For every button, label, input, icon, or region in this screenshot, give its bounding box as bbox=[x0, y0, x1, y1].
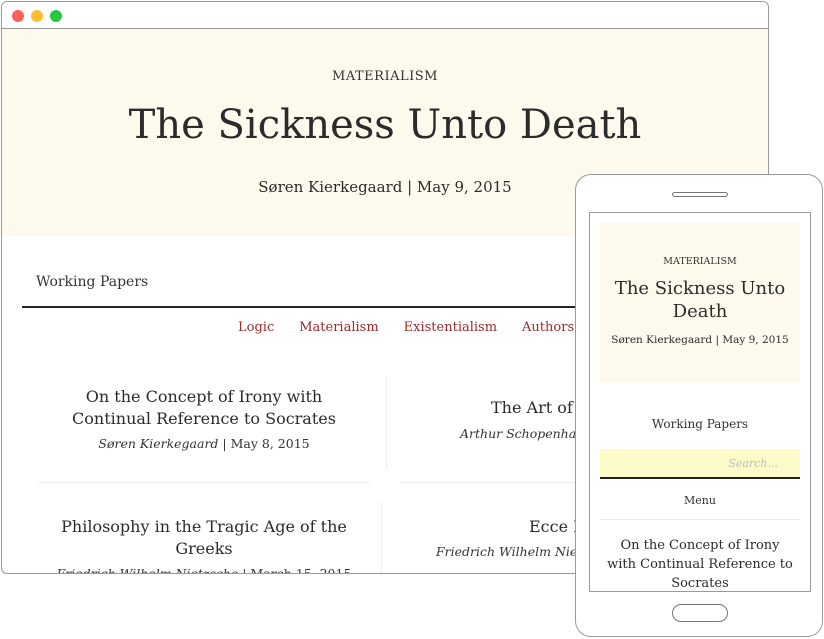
post-author[interactable]: Arthur Schopenhaue bbox=[460, 426, 592, 441]
post-meta: Friedrich Wilhelm Nietzsche | March 15, … bbox=[44, 566, 364, 574]
post-title[interactable]: On the Concept of Irony with Continual R… bbox=[54, 386, 354, 430]
post-date: March 15, 2015 bbox=[250, 566, 352, 574]
mobile-search-box bbox=[600, 449, 800, 479]
mobile-hero-title: The Sickness Unto Death bbox=[614, 278, 786, 322]
close-window-button[interactable] bbox=[12, 10, 24, 22]
nav-link-logic[interactable]: Logic bbox=[238, 320, 274, 335]
category-nav: Logic Materialism Existentialism Authors bbox=[238, 320, 574, 335]
nav-link-materialism[interactable]: Materialism bbox=[299, 320, 378, 335]
mobile-hero-byline: Søren Kierkegaard | May 9, 2015 bbox=[611, 334, 789, 346]
post-title[interactable]: Philosophy in the Tragic Age of the Gree… bbox=[44, 516, 364, 560]
grid-divider bbox=[400, 482, 600, 483]
post-card[interactable]: On the Concept of Irony with Continual R… bbox=[54, 386, 354, 451]
hero-title: The Sickness Unto Death bbox=[128, 102, 642, 148]
window-titlebar bbox=[2, 2, 768, 29]
post-date: May 8, 2015 bbox=[230, 436, 310, 451]
phone-speaker bbox=[672, 192, 728, 197]
site-title[interactable]: Working Papers bbox=[36, 274, 148, 290]
mobile-post-title[interactable]: On the Concept of Irony with Continual R… bbox=[604, 536, 796, 591]
mobile-hero-banner: MATERIALISM The Sickness Unto Death Søre… bbox=[600, 223, 800, 383]
mobile-hero-category[interactable]: MATERIALISM bbox=[600, 256, 800, 267]
site-header: Working Papers bbox=[22, 266, 622, 308]
minimize-window-button[interactable] bbox=[31, 10, 43, 22]
mobile-device-frame: MATERIALISM The Sickness Unto Death Søre… bbox=[575, 174, 823, 637]
mobile-menu-toggle[interactable]: Menu bbox=[600, 483, 800, 520]
mobile-site-title[interactable]: Working Papers bbox=[590, 417, 810, 431]
post-card[interactable]: Philosophy in the Tragic Age of the Gree… bbox=[44, 516, 364, 574]
phone-home-button[interactable] bbox=[672, 604, 728, 622]
mobile-screen: MATERIALISM The Sickness Unto Death Søre… bbox=[589, 212, 811, 592]
window-controls bbox=[12, 10, 62, 22]
mobile-search-input[interactable] bbox=[600, 449, 800, 477]
grid-divider bbox=[386, 377, 387, 469]
grid-divider bbox=[38, 482, 370, 483]
hero-category[interactable]: MATERIALISM bbox=[2, 69, 768, 84]
maximize-window-button[interactable] bbox=[50, 10, 62, 22]
post-author[interactable]: Friedrich Wilhelm Nietzsche bbox=[57, 566, 239, 573]
nav-link-existentialism[interactable]: Existentialism bbox=[404, 320, 497, 335]
grid-divider bbox=[381, 502, 382, 573]
post-meta: Søren Kierkegaard | May 8, 2015 bbox=[98, 436, 310, 451]
post-author[interactable]: Søren Kierkegaard bbox=[98, 436, 218, 451]
nav-link-authors[interactable]: Authors bbox=[522, 320, 574, 335]
